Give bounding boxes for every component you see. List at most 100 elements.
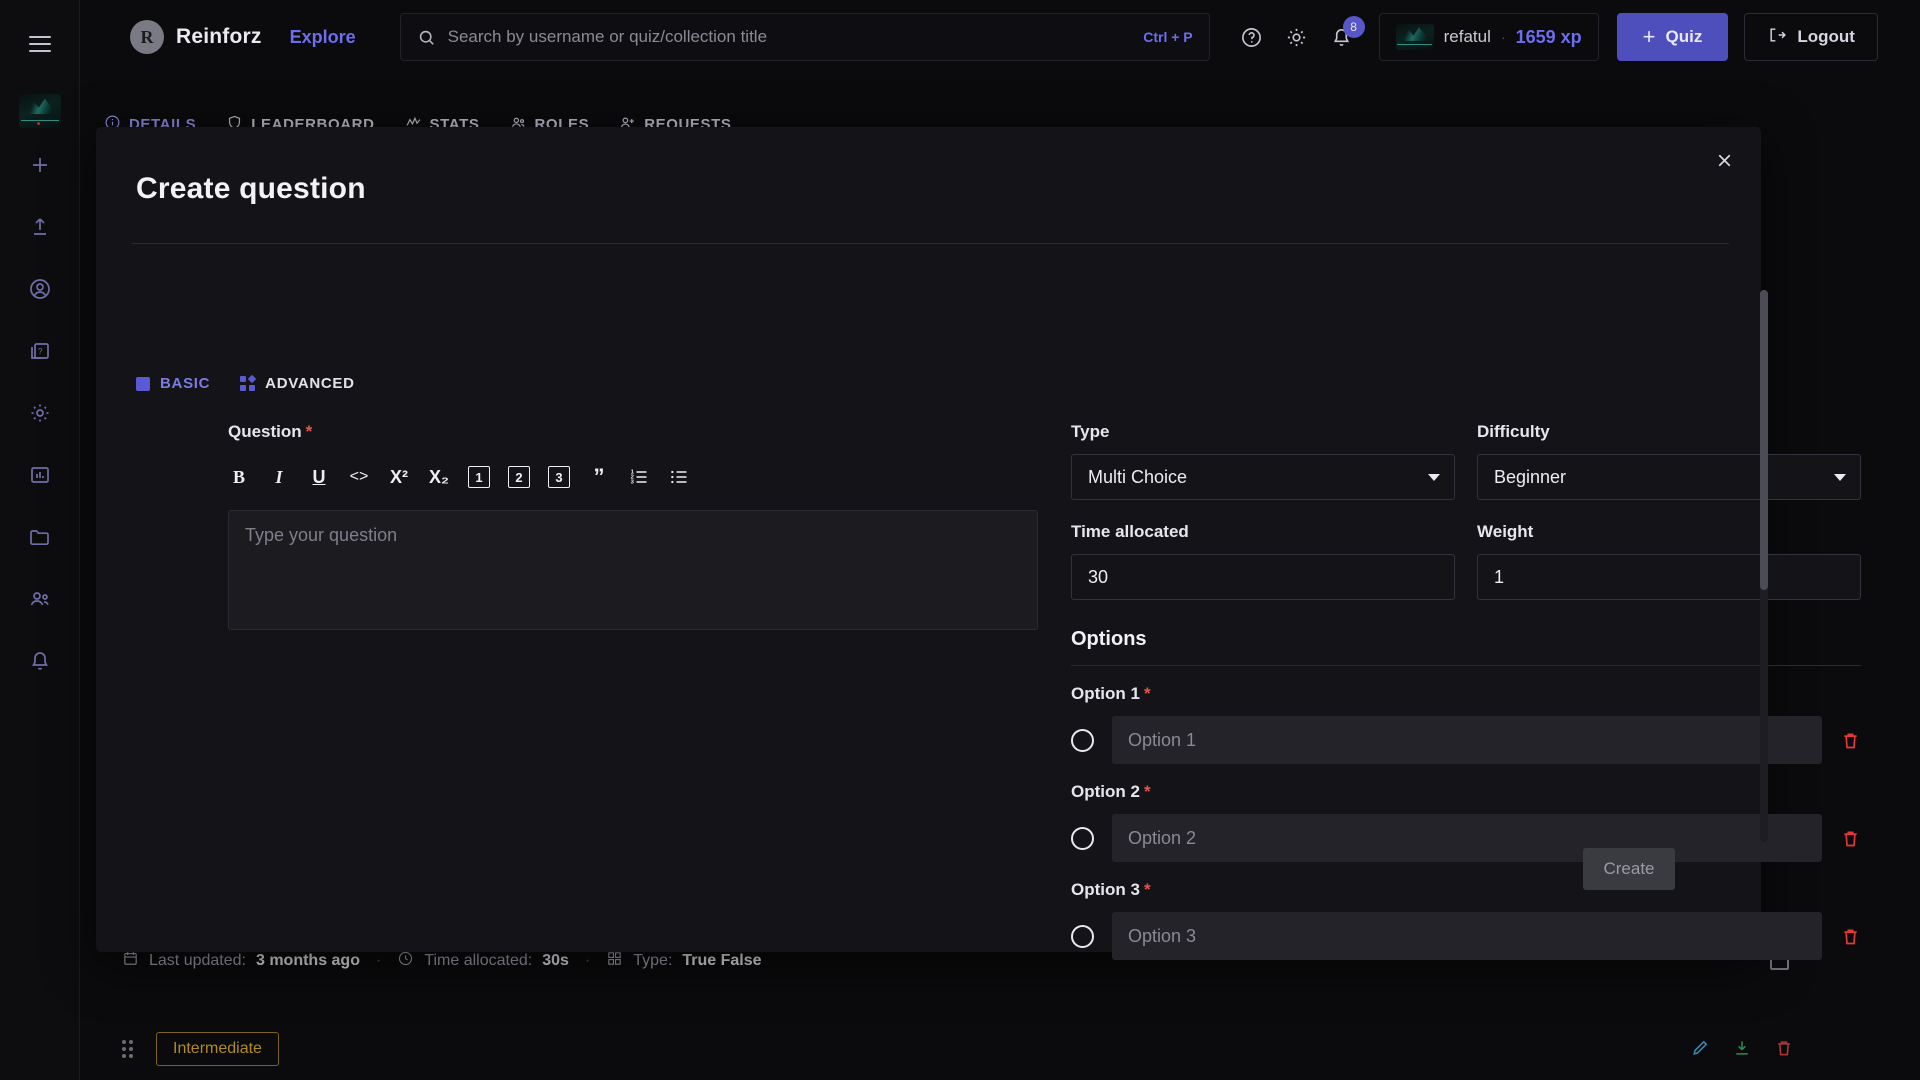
- option-2-input[interactable]: Option 2: [1112, 814, 1822, 862]
- time-allocated-value: 30: [1088, 566, 1109, 587]
- users-icon: [28, 587, 52, 616]
- option-3-radio[interactable]: [1071, 924, 1094, 948]
- superscript-button[interactable]: X²: [388, 464, 410, 490]
- create-quiz-button[interactable]: + Quiz: [1616, 13, 1729, 61]
- scrollbar-thumb[interactable]: [1760, 290, 1768, 590]
- question-placeholder: Type your question: [245, 525, 398, 545]
- sidebar-item-profile[interactable]: [17, 268, 63, 314]
- sidebar-item-groups[interactable]: [17, 578, 63, 624]
- option-3-input[interactable]: Option 3: [1112, 912, 1822, 960]
- type-field-group: Type Multi Choice: [1071, 422, 1455, 500]
- search-icon: [417, 28, 436, 47]
- question-input[interactable]: Type your question: [228, 510, 1038, 630]
- option-row-3: Option 3 * Option 3: [1071, 880, 1861, 960]
- option-3-label-text: Option 3: [1071, 880, 1140, 899]
- row-action-icons: [1690, 1038, 1794, 1058]
- time-weight-row: Time allocated 30 Weight 1: [1071, 522, 1861, 600]
- underline-button[interactable]: U: [308, 464, 330, 490]
- weight-input[interactable]: 1: [1477, 554, 1861, 600]
- folder-icon: [28, 525, 52, 554]
- option-1-label-text: Option 1: [1071, 684, 1140, 703]
- explore-link[interactable]: Explore: [290, 27, 356, 48]
- sidebar-item-notifications[interactable]: [17, 640, 63, 686]
- last-updated-label: Last updated:: [149, 952, 246, 969]
- option-1-input[interactable]: Option 1: [1112, 716, 1822, 764]
- subscript-button[interactable]: X₂: [428, 464, 450, 490]
- top-header: R Reinforz Explore Ctrl + P 8 refatul · …: [80, 0, 1920, 74]
- heading-3-button[interactable]: 3: [548, 466, 570, 488]
- gear-icon: [28, 401, 52, 430]
- plus-icon: +: [1642, 24, 1656, 49]
- option-1-label: Option 1 *: [1071, 684, 1861, 704]
- sidebar-item-create[interactable]: [17, 144, 63, 190]
- meta-separator-2: ·: [584, 952, 591, 969]
- ordered-list-button[interactable]: 123: [628, 464, 650, 490]
- create-button[interactable]: Create: [1583, 848, 1675, 890]
- sidebar-item-upload[interactable]: [17, 206, 63, 252]
- plus-icon: [28, 153, 52, 182]
- help-circle-icon[interactable]: [1240, 26, 1263, 49]
- option-3-placeholder: Option 3: [1128, 925, 1197, 946]
- heading-2-button[interactable]: 2: [508, 466, 530, 488]
- option-2-radio[interactable]: [1071, 826, 1094, 850]
- option-1-placeholder: Option 1: [1128, 729, 1197, 750]
- modal-tabs: BASIC ADVANCED: [136, 374, 355, 392]
- bullet-list-button[interactable]: [668, 464, 690, 490]
- difficulty-select[interactable]: Beginner: [1477, 454, 1861, 500]
- tab-advanced[interactable]: ADVANCED: [240, 374, 355, 392]
- time-field-group: Time allocated 30: [1071, 522, 1455, 600]
- close-icon[interactable]: [1707, 143, 1741, 177]
- chevron-down-icon: [1428, 473, 1440, 481]
- avatar: [1395, 24, 1434, 50]
- tab-advanced-label: ADVANCED: [265, 375, 355, 392]
- code-button[interactable]: <>: [348, 464, 370, 490]
- sidebar-avatar[interactable]: [18, 94, 61, 128]
- heading-1-button[interactable]: 1: [468, 466, 490, 488]
- option-1-radio[interactable]: [1071, 728, 1094, 752]
- trash-icon[interactable]: [1774, 1038, 1794, 1058]
- logout-button[interactable]: Logout: [1744, 13, 1878, 61]
- download-icon[interactable]: [1732, 1038, 1752, 1058]
- difficulty-chip: Intermediate: [156, 1032, 279, 1066]
- sidebar-item-stats[interactable]: [17, 454, 63, 500]
- clock-icon: [397, 950, 414, 972]
- delete-option-2-icon[interactable]: [1840, 828, 1861, 849]
- question-settings-column: Type Multi Choice Difficulty Beginner Ti…: [1071, 422, 1861, 967]
- type-select[interactable]: Multi Choice: [1071, 454, 1455, 500]
- sun-icon[interactable]: [1285, 26, 1308, 49]
- sidebar-item-quizzes[interactable]: ?: [17, 330, 63, 376]
- time-allocated-label: Time allocated:: [424, 952, 533, 969]
- hamburger-icon[interactable]: [20, 24, 60, 64]
- delete-option-1-icon[interactable]: [1840, 730, 1861, 751]
- modal-scrollbar[interactable]: [1760, 290, 1768, 842]
- svg-text:3: 3: [631, 480, 635, 486]
- brand[interactable]: R Reinforz Explore: [130, 20, 356, 54]
- time-allocated-input[interactable]: 30: [1071, 554, 1455, 600]
- type-value: Multi Choice: [1088, 466, 1188, 487]
- required-marker: *: [1143, 782, 1151, 801]
- question-row-footer: Intermediate: [122, 1032, 279, 1066]
- sidebar-item-settings[interactable]: [17, 392, 63, 438]
- italic-button[interactable]: I: [268, 464, 290, 490]
- option-row-1: Option 1 * Option 1: [1071, 684, 1861, 764]
- tab-basic[interactable]: BASIC: [136, 375, 210, 392]
- search-input[interactable]: [447, 27, 1132, 47]
- required-marker: *: [1143, 880, 1151, 899]
- delete-option-3-icon[interactable]: [1840, 926, 1861, 947]
- difficulty-label: Difficulty: [1477, 422, 1550, 441]
- chart-bar-icon: [28, 463, 52, 492]
- option-2-label: Option 2 *: [1071, 782, 1861, 802]
- four-squares-icon: [240, 374, 257, 391]
- option-2-label-text: Option 2: [1071, 782, 1140, 801]
- create-quiz-label: Quiz: [1665, 27, 1703, 46]
- type-difficulty-row: Type Multi Choice Difficulty Beginner: [1071, 422, 1861, 500]
- sidebar-item-collections[interactable]: [17, 516, 63, 562]
- drag-handle-icon[interactable]: [122, 1040, 136, 1058]
- blockquote-button[interactable]: ”: [588, 464, 610, 490]
- edit-icon[interactable]: [1690, 1038, 1710, 1058]
- search-bar[interactable]: Ctrl + P: [399, 13, 1210, 61]
- notification-bell-icon[interactable]: 8: [1330, 15, 1365, 49]
- time-allocated-value: 30s: [542, 952, 569, 969]
- user-chip[interactable]: refatul · 1659 xp: [1378, 13, 1599, 61]
- bold-button[interactable]: B: [228, 464, 250, 490]
